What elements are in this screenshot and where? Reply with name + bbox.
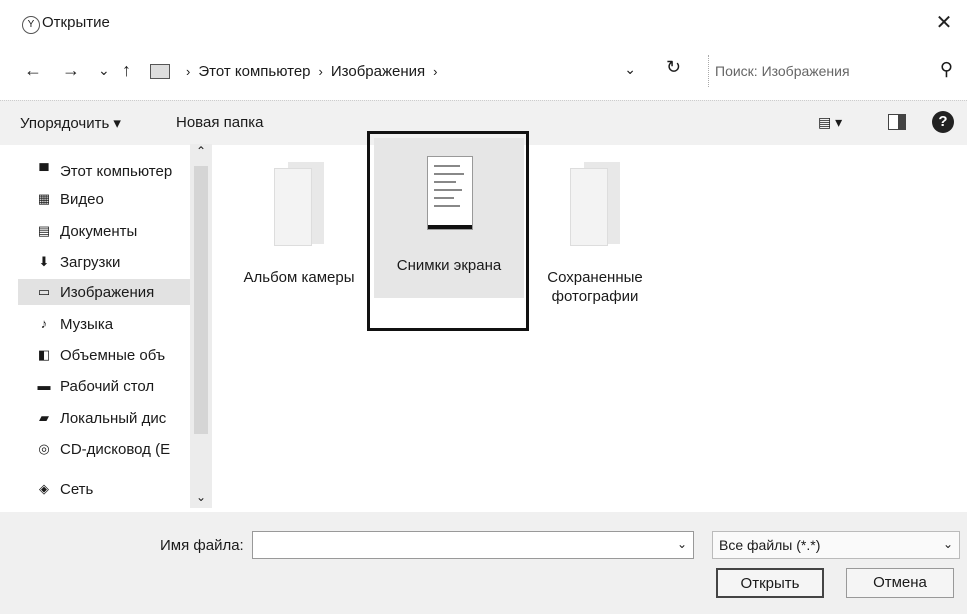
sidebar-item-downloads[interactable]: ⬇ Загрузки	[36, 249, 181, 275]
search-placeholder: Поиск: Изображения	[715, 63, 850, 79]
forward-arrow-icon[interactable]: →	[62, 58, 80, 82]
breadcrumb-separator[interactable]: ›	[319, 64, 323, 79]
filename-field[interactable]: ⌄	[252, 531, 694, 559]
address-bar[interactable]: › Этот компьютер › Изображения › ⌄	[150, 55, 642, 87]
cancel-button[interactable]: Отмена	[846, 568, 954, 598]
3d-objects-icon: ◧	[37, 347, 51, 362]
file-type-value: Все файлы (*.*)	[719, 537, 821, 553]
up-arrow-icon[interactable]: ↑	[122, 58, 131, 82]
address-dropdown-icon[interactable]: ⌄	[624, 61, 636, 78]
sidebar-item-label: Сеть	[60, 480, 94, 498]
title-bar: Y Открытие ✕	[0, 0, 967, 50]
pictures-icon: ▭	[37, 284, 51, 299]
sidebar-item-3d-objects[interactable]: ◧ Объемные объ	[36, 342, 181, 368]
breadcrumb-this-pc[interactable]: Этот компьютер	[198, 63, 310, 80]
navigation-bar: ← → ⌄ ↑ › Этот компьютер › Изображения ›…	[0, 52, 967, 92]
sidebar-item-label: Рабочий стол	[60, 377, 155, 395]
breadcrumb-pictures[interactable]: Изображения	[331, 63, 425, 80]
desktop-icon: ▬	[37, 378, 51, 393]
open-file-dialog: Y Открытие ✕ ← → ⌄ ↑ › Этот компьютер › …	[0, 0, 967, 614]
cd-drive-icon: ◎	[38, 441, 50, 456]
computer-icon: ▀	[39, 163, 49, 178]
sidebar-item-this-pc[interactable]: ▀ Этот компьютер	[36, 158, 181, 184]
refresh-icon[interactable]: ↻	[666, 57, 681, 78]
sidebar-item-video[interactable]: ▦ Видео	[36, 186, 181, 212]
local-disk-icon: ▰	[39, 410, 49, 425]
sidebar-item-label: Этот компьютер	[60, 162, 173, 180]
back-arrow-icon[interactable]: ←	[24, 58, 42, 82]
sidebar-item-local-disk[interactable]: ▰ Локальный дис	[36, 405, 181, 431]
sidebar-item-label: Изображения	[60, 283, 155, 301]
sidebar-item-label: Видео	[60, 190, 104, 208]
file-type-dropdown-icon[interactable]: ⌄	[943, 537, 953, 551]
open-button[interactable]: Открыть	[716, 568, 824, 598]
scroll-up-icon[interactable]: ⌃	[190, 144, 212, 162]
folder-camera-roll[interactable]: Альбом камеры	[224, 150, 374, 287]
downloads-icon: ⬇	[38, 254, 50, 269]
sidebar-item-documents[interactable]: ▤ Документы	[36, 218, 181, 244]
recent-locations-dropdown[interactable]: ⌄	[98, 58, 110, 82]
close-button[interactable]: ✕	[929, 8, 959, 38]
folder-label: Сохраненные фотографии	[547, 269, 643, 305]
organize-button[interactable]: Упорядочить ▾	[20, 114, 121, 132]
filename-label: Имя файла:	[160, 537, 244, 554]
window-title: Открытие	[42, 14, 110, 31]
preview-pane-icon[interactable]	[888, 114, 906, 130]
sidebar-item-network[interactable]: ◈ Сеть	[36, 476, 181, 502]
filename-dropdown-icon[interactable]: ⌄	[677, 537, 687, 551]
search-input[interactable]: Поиск: Изображения ⚲	[708, 55, 959, 87]
folder-label: Альбом камеры	[243, 269, 355, 286]
sidebar-item-pictures[interactable]: ▭ Изображения	[18, 279, 206, 305]
navigation-pane: ▀ Этот компьютер ▦ Видео ▤ Документы ⬇ З…	[0, 144, 214, 512]
help-icon[interactable]: ?	[932, 111, 954, 133]
computer-icon	[150, 63, 170, 79]
scroll-down-icon[interactable]: ⌄	[190, 490, 212, 508]
new-folder-button[interactable]: Новая папка	[176, 114, 263, 131]
change-view-icon[interactable]: ▤ ▾	[818, 114, 842, 131]
sidebar-item-cd-drive[interactable]: ◎ CD-дисковод (E	[36, 436, 181, 462]
search-icon[interactable]: ⚲	[940, 59, 953, 80]
file-type-select[interactable]: Все файлы (*.*) ⌄	[712, 531, 960, 559]
sidebar-item-label: Музыка	[60, 315, 114, 333]
video-icon: ▦	[37, 191, 51, 206]
folder-icon	[570, 162, 620, 246]
sidebar-item-label: Загрузки	[60, 253, 121, 271]
documents-icon: ▤	[37, 223, 51, 238]
music-icon: ♪	[40, 316, 48, 331]
bottom-panel: Имя файла: ⌄ Все файлы (*.*) ⌄ Открыть О…	[0, 512, 967, 614]
sidebar-scrollbar[interactable]: ⌃ ⌄	[190, 144, 212, 508]
folder-saved-pictures[interactable]: Сохраненные фотографии	[520, 150, 670, 306]
sidebar-item-music[interactable]: ♪ Музыка	[36, 311, 181, 337]
sidebar-item-desktop[interactable]: ▬ Рабочий стол	[36, 373, 181, 399]
breadcrumb-separator[interactable]: ›	[186, 64, 190, 79]
folder-icon	[274, 162, 324, 246]
sidebar-item-label: Локальный дис	[60, 409, 167, 427]
network-icon: ◈	[39, 481, 49, 496]
selection-highlight-frame	[367, 131, 529, 331]
sidebar-item-label: Объемные объ	[60, 346, 166, 364]
sidebar-item-label: CD-дисковод (E	[60, 440, 171, 458]
app-icon: Y	[22, 16, 40, 34]
sidebar-item-label: Документы	[60, 222, 138, 240]
scroll-thumb[interactable]	[194, 166, 208, 434]
breadcrumb-separator[interactable]: ›	[433, 64, 437, 79]
